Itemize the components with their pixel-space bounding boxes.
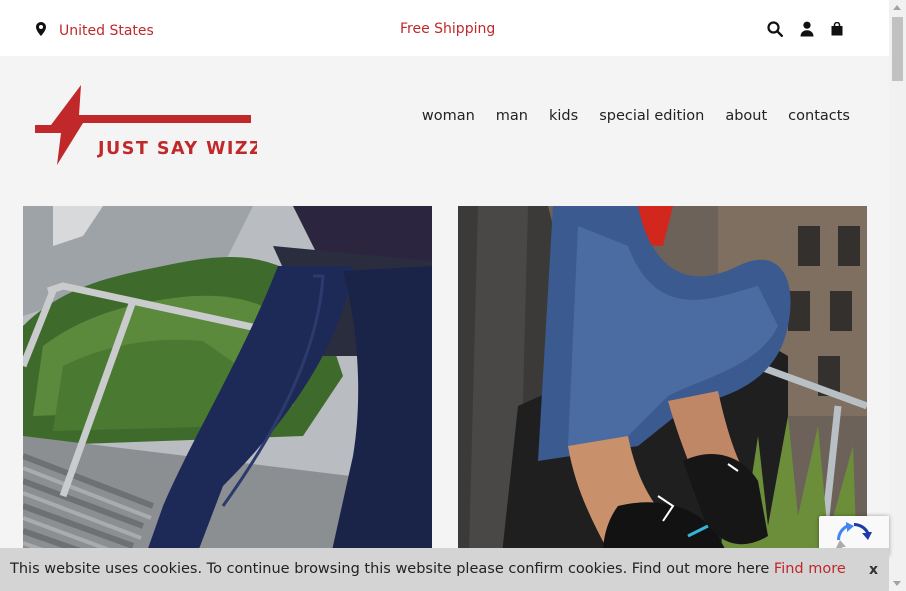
utility-icons bbox=[767, 21, 843, 37]
page-scrollbar[interactable] bbox=[889, 0, 906, 591]
nav-item-kids[interactable]: kids bbox=[549, 108, 578, 124]
hero-image-woman[interactable] bbox=[458, 206, 867, 591]
scrollbar-thumb[interactable] bbox=[892, 17, 903, 81]
nav-item-man[interactable]: man bbox=[496, 108, 528, 124]
nav-item-woman[interactable]: woman bbox=[422, 108, 475, 124]
cookie-message: This website uses cookies. To continue b… bbox=[10, 561, 770, 577]
cookie-close-button[interactable]: x bbox=[869, 562, 878, 578]
user-icon[interactable] bbox=[800, 21, 814, 37]
svg-text:JUST SAY WIZZ: JUST SAY WIZZ bbox=[97, 139, 257, 159]
hero-image-man[interactable] bbox=[23, 206, 432, 591]
nav-item-special-edition[interactable]: special edition bbox=[599, 108, 704, 124]
cart-icon[interactable] bbox=[831, 22, 843, 36]
brand-logo[interactable]: JUST SAY WIZZ bbox=[35, 85, 262, 171]
main-nav: woman man kids special edition about con… bbox=[422, 108, 850, 124]
nav-item-contacts[interactable]: contacts bbox=[788, 108, 850, 124]
cookie-banner: This website uses cookies. To continue b… bbox=[0, 548, 889, 591]
cookie-find-more-link[interactable]: Find more bbox=[774, 561, 846, 577]
search-icon[interactable] bbox=[767, 21, 783, 37]
top-bar: United States Free Shipping bbox=[0, 0, 889, 56]
location-label[interactable]: United States bbox=[59, 23, 154, 39]
cookie-message-wrapper: This website uses cookies. To continue b… bbox=[10, 561, 846, 577]
scroll-down-icon[interactable] bbox=[893, 581, 901, 586]
free-shipping-text: Free Shipping bbox=[400, 21, 496, 37]
nav-item-about[interactable]: about bbox=[725, 108, 767, 124]
location-selector[interactable]: United States bbox=[36, 21, 154, 40]
scroll-up-icon[interactable] bbox=[893, 5, 901, 10]
location-pin-icon bbox=[36, 21, 46, 40]
